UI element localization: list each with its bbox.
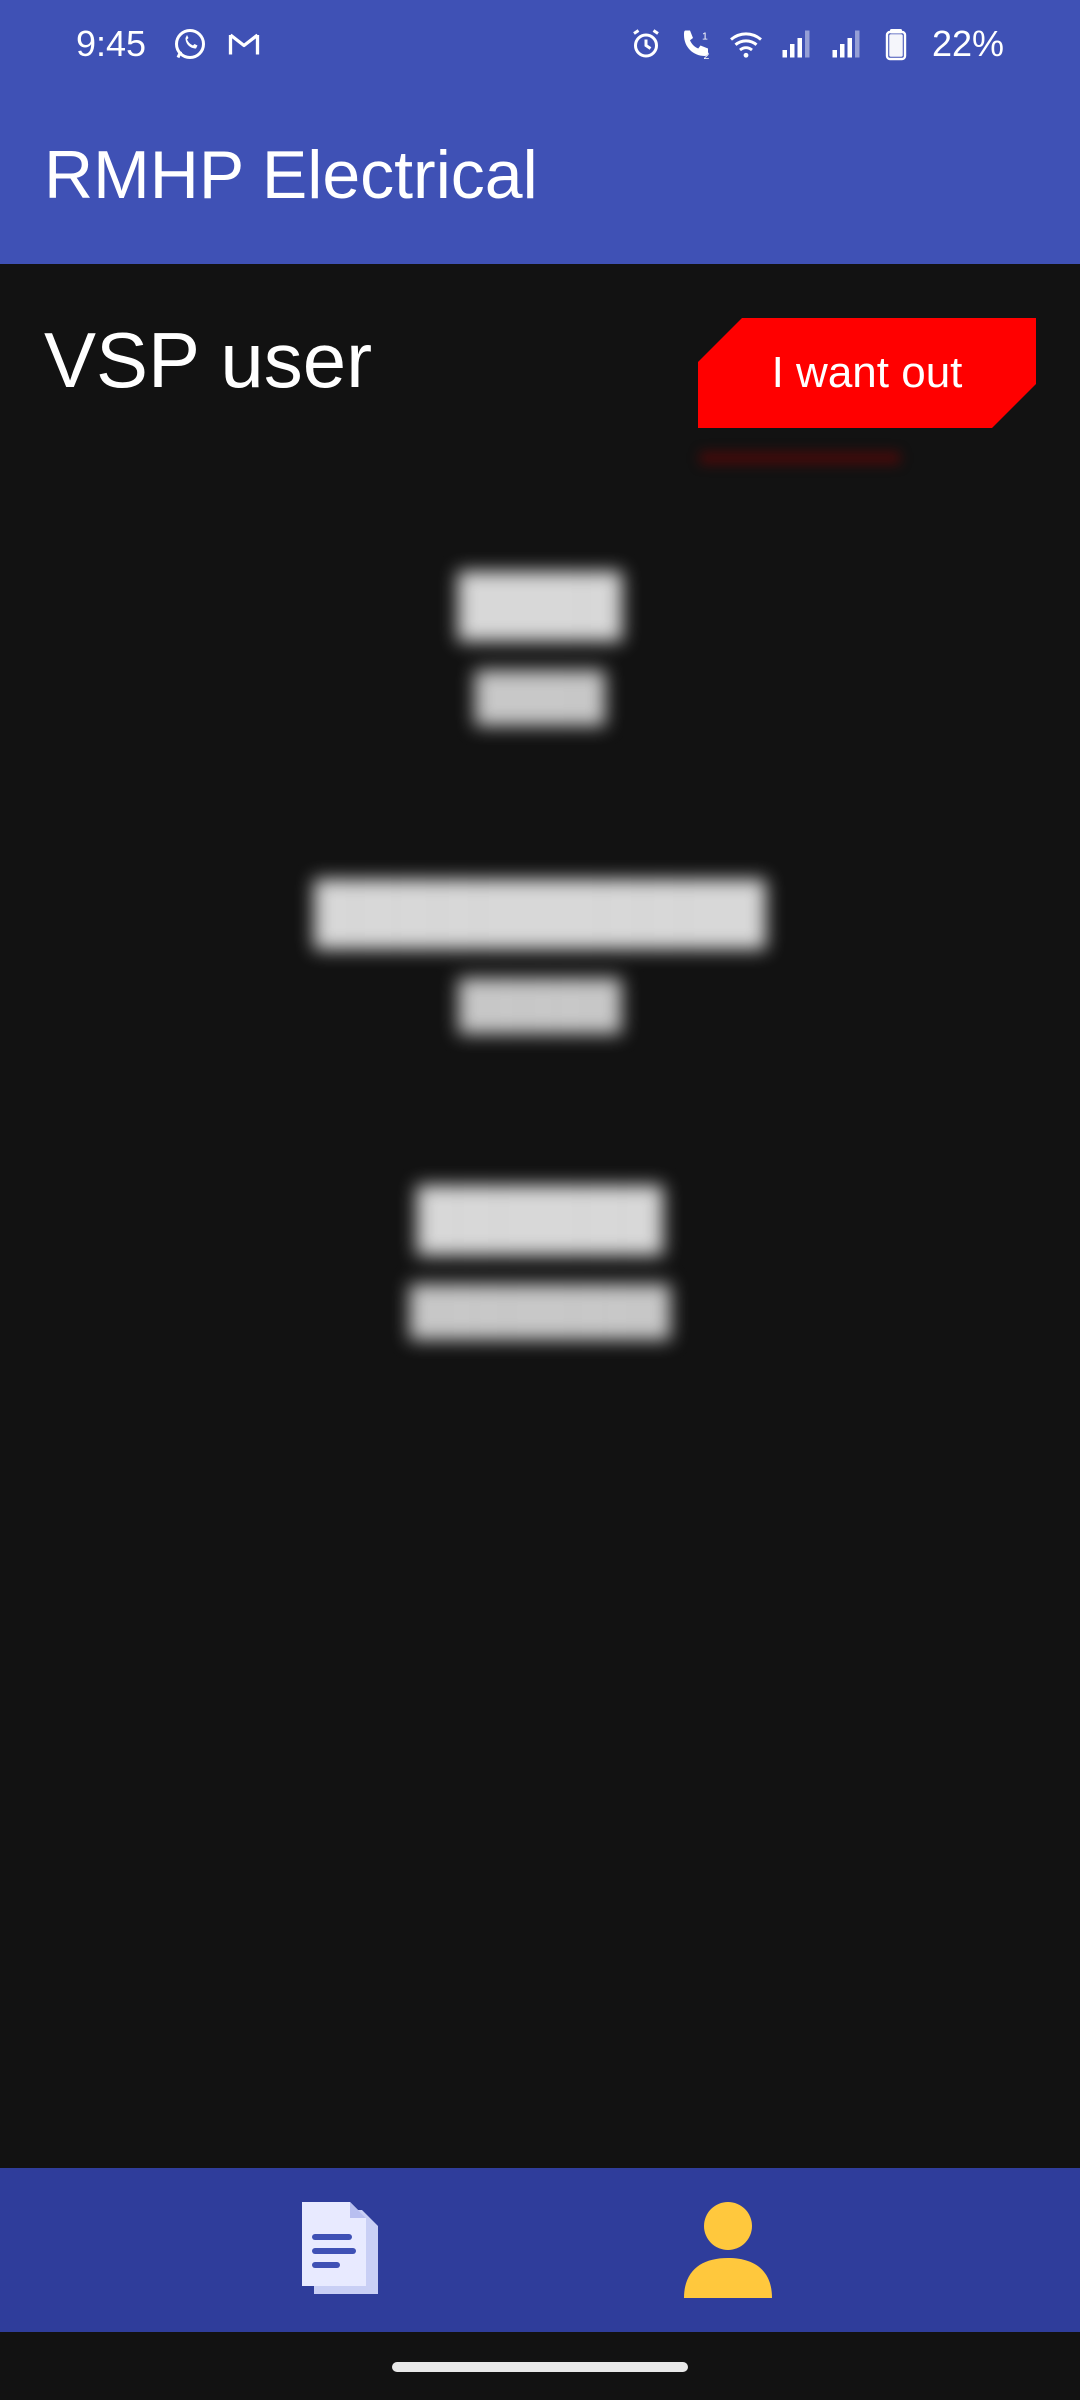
battery-percentage: 22% [931, 23, 1004, 64]
profile-field-employee-number: ███████████ █████ [0, 878, 1080, 1034]
field-value: ████ [474, 670, 606, 722]
app-bar: RMHP Electrical [0, 88, 1080, 264]
alarm-icon [628, 26, 664, 62]
bottom-navigation [0, 2168, 1080, 2332]
field-label: ██████ [416, 1186, 664, 1251]
gmail-icon [226, 26, 262, 62]
page-heading: VSP user [44, 316, 373, 404]
profile-icon [684, 2202, 772, 2298]
battery-icon [878, 26, 914, 62]
whatsapp-icon [172, 26, 208, 62]
profile-field-mobile: ██████ ████████ [0, 1184, 1080, 1340]
nav-documents[interactable] [294, 2198, 394, 2302]
signal-icon [828, 26, 864, 62]
field-label: ████ [457, 572, 623, 637]
field-label: ███████████ [313, 880, 767, 945]
status-bar: 9:45 12 22% [0, 0, 1080, 88]
logout-button[interactable]: I want out [698, 318, 1036, 428]
home-gesture-handle[interactable] [392, 2362, 688, 2372]
app-title: RMHP Electrical [44, 137, 538, 213]
field-value: █████ [458, 978, 622, 1030]
svg-text:2: 2 [703, 50, 709, 62]
app-screen: 9:45 12 22% RMHP Electrical VSP user I w… [0, 0, 1080, 2400]
gesture-navigation-area [0, 2332, 1080, 2400]
notification-icons [172, 26, 262, 62]
profile-content: VSP user I want out ████ ████ ██████████… [0, 264, 1080, 2168]
logout-button-shadow [700, 452, 900, 464]
signal-icon [778, 26, 814, 62]
svg-text:1: 1 [702, 31, 708, 43]
system-status-icons: 12 22% [628, 22, 1004, 66]
profile-field-name: ████ ████ [0, 570, 1080, 726]
nav-profile[interactable] [678, 2198, 778, 2302]
wifi-calling-icon: 12 [678, 26, 714, 62]
documents-icon [302, 2202, 378, 2294]
status-time: 9:45 [76, 23, 147, 64]
wifi-icon [728, 26, 764, 62]
field-value: ████████ [409, 1284, 671, 1336]
